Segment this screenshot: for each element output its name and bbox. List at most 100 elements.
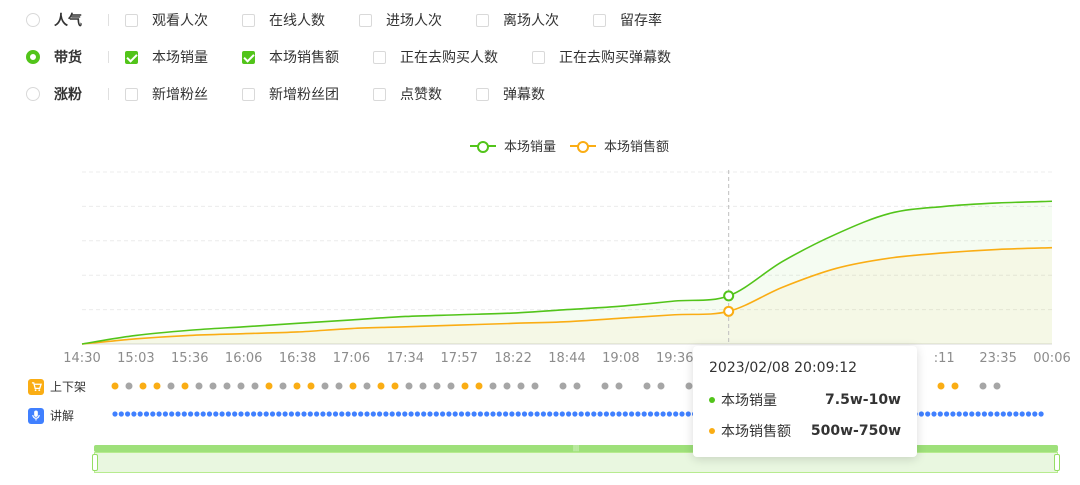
data-point-s0-6[interactable]: [402, 313, 408, 319]
drag-grip-icon[interactable]: |||: [573, 446, 579, 452]
explain-event-dot[interactable]: [534, 411, 540, 417]
explain-event-dot[interactable]: [232, 411, 238, 417]
slider-right-handle[interactable]: [1054, 454, 1060, 471]
explain-event-dot[interactable]: [169, 411, 175, 417]
explain-event-dot[interactable]: [351, 411, 357, 417]
explain-event-dot[interactable]: [1013, 411, 1019, 417]
explain-event-dot[interactable]: [194, 411, 200, 417]
shelf-event-dot[interactable]: [573, 382, 581, 390]
explain-event-dot[interactable]: [641, 411, 647, 417]
data-point-s1-1[interactable]: [133, 336, 139, 342]
shelf-event-dot[interactable]: [209, 382, 217, 390]
explain-event-dot[interactable]: [994, 411, 1000, 417]
line-chart[interactable]: [0, 0, 1080, 485]
explain-event-dot[interactable]: [515, 411, 521, 417]
explain-event-dot[interactable]: [408, 411, 414, 417]
explain-event-dot[interactable]: [364, 411, 370, 417]
explain-event-dot[interactable]: [540, 411, 547, 417]
data-point-s0-3[interactable]: [241, 324, 247, 330]
explain-event-dot[interactable]: [962, 411, 969, 417]
data-point-s1-5[interactable]: [348, 326, 354, 332]
shelf-event-dot[interactable]: [181, 382, 189, 390]
explain-event-dot[interactable]: [572, 411, 578, 417]
explain-event-dot[interactable]: [288, 411, 294, 417]
data-point-s1-7[interactable]: [456, 322, 462, 328]
explain-event-dot[interactable]: [238, 411, 244, 417]
shelf-event-dot[interactable]: [601, 382, 609, 390]
explain-event-dot[interactable]: [263, 411, 269, 417]
explain-event-dot[interactable]: [988, 411, 994, 417]
explain-event-dot[interactable]: [370, 411, 376, 417]
data-point-s1-14[interactable]: [833, 265, 839, 271]
explain-event-dot[interactable]: [1032, 411, 1038, 417]
shelf-event-dot[interactable]: [489, 382, 497, 390]
explain-event-dot[interactable]: [559, 411, 565, 417]
explain-event-dot[interactable]: [931, 411, 937, 417]
explain-event-dot[interactable]: [629, 411, 635, 417]
explain-event-dot[interactable]: [452, 411, 458, 417]
explain-event-dot[interactable]: [654, 411, 660, 417]
explain-event-dot[interactable]: [673, 411, 679, 417]
data-point-s1-4[interactable]: [295, 329, 301, 335]
explain-event-dot[interactable]: [603, 411, 610, 417]
explain-event-dot[interactable]: [389, 411, 395, 417]
explain-event-dot[interactable]: [213, 411, 219, 417]
explain-event-dot[interactable]: [975, 411, 981, 417]
explain-event-dot[interactable]: [578, 411, 584, 417]
shelf-event-dot[interactable]: [951, 382, 959, 390]
shelf-event-dot[interactable]: [559, 382, 567, 390]
shelf-event-dot[interactable]: [279, 382, 287, 390]
shelf-event-dot[interactable]: [153, 382, 161, 390]
data-point-s1-2[interactable]: [187, 332, 193, 338]
explain-event-dot[interactable]: [118, 411, 124, 417]
explain-event-dot[interactable]: [162, 411, 168, 417]
explain-event-dot[interactable]: [1007, 411, 1013, 417]
shelf-event-dot[interactable]: [657, 382, 665, 390]
explain-event-dot[interactable]: [981, 411, 988, 417]
shelf-event-dot[interactable]: [139, 382, 147, 390]
explain-event-dot[interactable]: [610, 411, 616, 417]
explain-event-dot[interactable]: [345, 411, 351, 417]
shelf-event-dot[interactable]: [503, 382, 511, 390]
shelf-event-dot[interactable]: [363, 382, 371, 390]
explain-event-dot[interactable]: [112, 411, 118, 417]
data-point-s0-5[interactable]: [348, 317, 354, 323]
shelf-event-dot[interactable]: [405, 382, 413, 390]
data-point-s1-10[interactable]: [618, 315, 624, 321]
shelf-event-dot[interactable]: [265, 382, 273, 390]
explain-event-dot[interactable]: [1038, 411, 1044, 417]
explain-event-dot[interactable]: [660, 411, 666, 417]
explain-event-dot[interactable]: [584, 411, 591, 417]
explain-event-dot[interactable]: [175, 411, 181, 417]
explain-event-dot[interactable]: [332, 411, 339, 417]
shelf-event-dot[interactable]: [461, 382, 469, 390]
explain-event-dot[interactable]: [446, 411, 452, 417]
explain-event-dot[interactable]: [616, 411, 622, 417]
data-point-s1-6[interactable]: [402, 324, 408, 330]
explain-event-dot[interactable]: [143, 411, 150, 417]
explain-event-dot[interactable]: [509, 411, 515, 417]
explain-event-dot[interactable]: [471, 411, 477, 417]
shelf-event-dot[interactable]: [237, 382, 245, 390]
shelf-event-dot[interactable]: [979, 382, 987, 390]
data-point-s0-7[interactable]: [456, 312, 462, 318]
shelf-event-dot[interactable]: [223, 382, 231, 390]
explain-event-dot[interactable]: [496, 411, 502, 417]
explain-event-dot[interactable]: [622, 411, 628, 417]
explain-event-dot[interactable]: [307, 411, 313, 417]
shelf-event-dot[interactable]: [391, 382, 399, 390]
explain-event-dot[interactable]: [383, 411, 389, 417]
explain-event-dot[interactable]: [269, 411, 276, 417]
explain-event-dot[interactable]: [679, 411, 685, 417]
explain-event-dot[interactable]: [484, 411, 490, 417]
explain-event-dot[interactable]: [295, 411, 301, 417]
explain-event-dot[interactable]: [414, 411, 420, 417]
explain-event-dot[interactable]: [465, 411, 471, 417]
explain-event-dot[interactable]: [547, 411, 553, 417]
data-point-s0-10[interactable]: [618, 303, 624, 309]
shelf-event-dot[interactable]: [993, 382, 1001, 390]
explain-event-dot[interactable]: [219, 411, 225, 417]
data-point-s1-9[interactable]: [564, 319, 570, 325]
shelf-event-dot[interactable]: [349, 382, 357, 390]
explain-event-dot[interactable]: [685, 411, 691, 417]
